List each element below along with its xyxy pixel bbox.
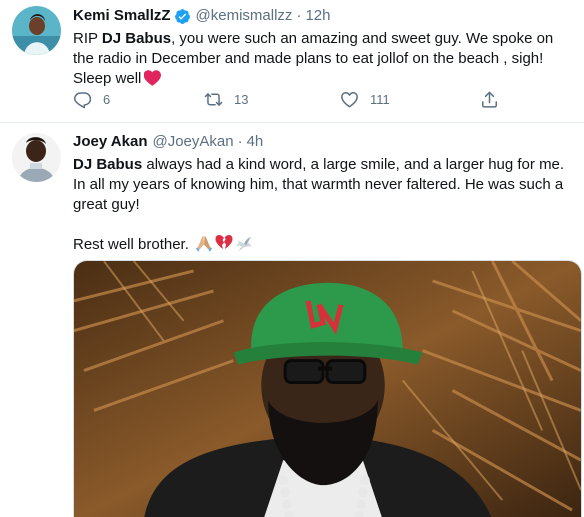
retweet-icon xyxy=(204,93,223,106)
verified-badge-icon xyxy=(174,8,190,24)
author-handle[interactable]: @JoeyAkan xyxy=(152,132,233,152)
author-name[interactable]: Kemi SmallzZ xyxy=(73,6,171,26)
text-segment: Sleep well xyxy=(73,70,142,87)
like-icon xyxy=(341,91,358,108)
avatar[interactable] xyxy=(12,133,61,182)
separator-dot: · xyxy=(296,7,302,24)
separator-dot: · xyxy=(237,133,243,150)
avatar[interactable] xyxy=(12,6,61,55)
author-handle[interactable]: @kemismallzz xyxy=(196,6,293,26)
text-segment: Rest well brother. xyxy=(73,236,189,253)
tweet-time[interactable]: 12h xyxy=(305,6,330,26)
reply-count: 6 xyxy=(103,92,111,107)
retweet-count: 13 xyxy=(234,92,249,107)
praying-hands-emoji xyxy=(196,236,213,252)
tweet-kemi[interactable]: Kemi SmallzZ @kemismallzz · 12h RIP DJ B… xyxy=(0,0,584,123)
text-segment: RIP xyxy=(73,30,102,47)
mention-dj-babus[interactable]: DJ Babus xyxy=(102,30,171,47)
tweet-header: Joey Akan @JoeyAkan · 4h xyxy=(73,132,572,152)
tweet-joey[interactable]: Joey Akan @JoeyAkan · 4h DJ Babus always… xyxy=(0,123,584,517)
tweet-text: RIP DJ Babus, you were such an amazing a… xyxy=(73,29,572,89)
reply-icon xyxy=(73,92,92,109)
like-button[interactable]: 111 xyxy=(340,90,480,109)
broken-heart-emoji xyxy=(215,235,233,249)
tweet-actions: 6 13 111 xyxy=(73,90,572,109)
tweet-header: Kemi SmallzZ @kemismallzz · 12h xyxy=(73,6,572,26)
heart-emoji xyxy=(144,70,162,86)
share-button[interactable] xyxy=(480,90,499,109)
tweet-time[interactable]: 4h xyxy=(247,132,264,152)
author-name[interactable]: Joey Akan xyxy=(73,132,147,152)
like-count: 111 xyxy=(370,92,390,107)
text-segment: always had a kind word, a large smile, a… xyxy=(73,156,565,213)
reply-button[interactable]: 6 xyxy=(73,90,204,109)
retweet-button[interactable]: 13 xyxy=(204,90,340,109)
tweet-text: DJ Babus always had a kind word, a large… xyxy=(73,155,572,255)
tweet-photo[interactable] xyxy=(73,260,582,517)
share-icon xyxy=(482,91,497,108)
dove-emoji xyxy=(237,237,252,251)
mention-dj-babus[interactable]: DJ Babus xyxy=(73,156,142,173)
